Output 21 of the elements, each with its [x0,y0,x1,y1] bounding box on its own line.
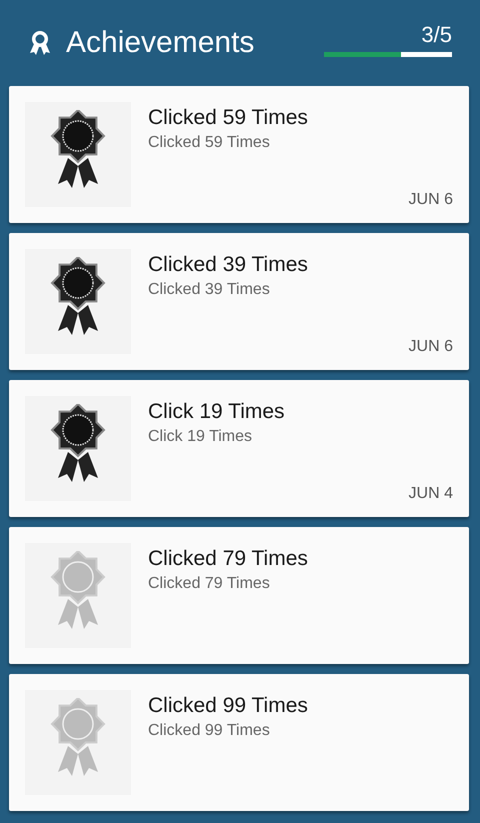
achievement-title: Click 19 Times [148,400,285,424]
achievement-description: Clicked 79 Times [148,575,271,593]
achievement-card[interactable]: Clicked 79 Times Clicked 79 Times [9,527,469,664]
page-title: Achievements [66,26,256,60]
progress-count: 3/5 [421,22,452,48]
achievement-date: JUN 6 [408,191,453,209]
achievement-card[interactable]: Clicked 99 Times Clicked 99 Times [9,674,469,811]
achievement-description: Click 19 Times [148,428,254,446]
achievement-title: Clicked 59 Times [148,106,308,130]
achievement-description: Clicked 59 Times [148,134,271,152]
achievement-description: Clicked 39 Times [148,281,271,299]
achievement-card[interactable]: Click 19 Times Click 19 Times JUN 4 [9,380,469,517]
achievement-card[interactable]: Clicked 59 Times Clicked 59 Times JUN 6 [9,86,469,223]
achievement-title: Clicked 99 Times [148,694,308,718]
achievement-date: JUN 4 [408,485,453,503]
achievement-description: Clicked 99 Times [148,722,271,740]
achievement-card[interactable]: Clicked 39 Times Clicked 39 Times JUN 6 [9,233,469,370]
achievement-date: JUN 6 [408,338,453,356]
medal-icon [28,30,52,56]
achievement-title: Clicked 79 Times [148,547,308,571]
achievement-title: Clicked 39 Times [148,253,308,277]
